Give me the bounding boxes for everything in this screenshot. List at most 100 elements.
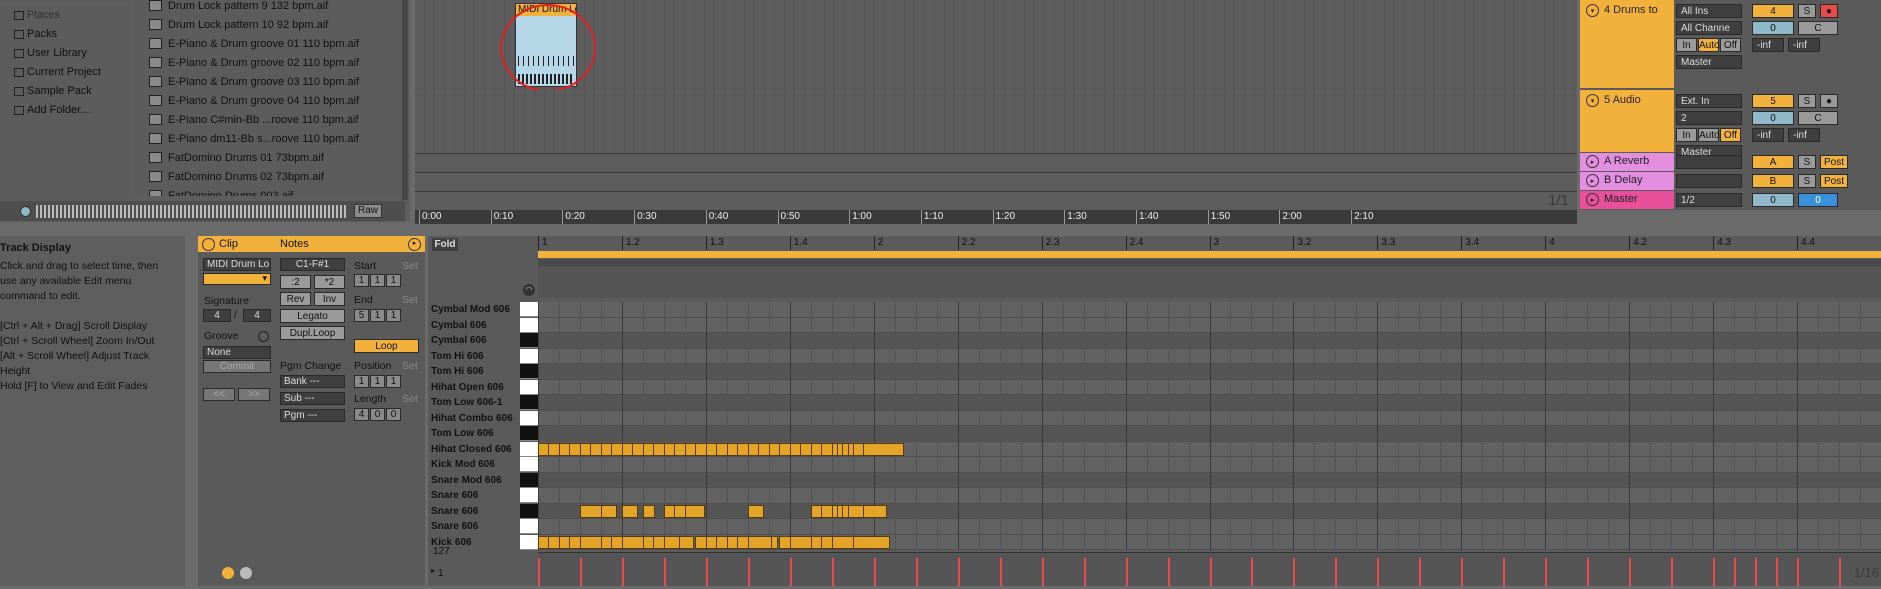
velocity-stem[interactable]: [1797, 558, 1800, 586]
halve-button[interactable]: :2: [280, 275, 311, 289]
volume-field[interactable]: 0: [1752, 111, 1794, 125]
place-item[interactable]: Places: [0, 6, 130, 25]
nav-prev-button[interactable]: <<: [203, 388, 235, 401]
piano-key[interactable]: [520, 503, 538, 519]
monitor-auto-button[interactable]: Auto: [1698, 38, 1720, 52]
velocity-stem[interactable]: [1083, 558, 1086, 586]
play-icon[interactable]: ▸: [1586, 174, 1599, 187]
clip-color-selector[interactable]: ▾: [203, 273, 271, 285]
piano-key[interactable]: [520, 519, 538, 535]
end-field[interactable]: 1: [386, 309, 401, 322]
clip-view-icon[interactable]: [222, 567, 234, 579]
arrow-right-icon[interactable]: ▸: [408, 237, 421, 251]
input-type-selector[interactable]: All Ins: [1676, 4, 1742, 18]
midi-note[interactable]: [684, 505, 705, 518]
piano-key-row[interactable]: Tom Low 606: [428, 426, 538, 442]
start-marker-strip[interactable]: [538, 259, 1881, 267]
track-title[interactable]: ▾ 4 Drums to: [1580, 0, 1674, 88]
return-activator[interactable]: B: [1752, 174, 1794, 188]
commit-button[interactable]: Commit: [203, 360, 271, 373]
velocity-stem[interactable]: [1335, 558, 1338, 586]
headphones-icon[interactable]: ◠: [523, 284, 535, 296]
piano-key-row[interactable]: Hihat Open 606: [428, 379, 538, 396]
piano-key[interactable]: [520, 317, 538, 333]
reverse-button[interactable]: Rev: [280, 292, 311, 306]
master-volume-field[interactable]: 0: [1752, 193, 1794, 207]
track-activator[interactable]: 4: [1752, 4, 1794, 18]
arm-button[interactable]: ●: [1820, 4, 1838, 18]
piano-key[interactable]: [520, 410, 538, 426]
piano-key-row[interactable]: Tom Hi 606: [428, 364, 538, 380]
file-item[interactable]: Drum Lock pattern 9 132 bpm.aif: [133, 0, 403, 15]
start-field[interactable]: 1: [354, 274, 369, 287]
place-item[interactable]: Current Project: [0, 63, 130, 82]
play-icon[interactable]: ▸: [1586, 193, 1599, 206]
play-icon[interactable]: ▸: [1586, 155, 1599, 168]
sub-field[interactable]: Sub ---: [280, 392, 345, 405]
velocity-stem[interactable]: [1167, 558, 1170, 586]
velocity-stem[interactable]: [621, 558, 624, 586]
piano-key-row[interactable]: Cymbal Mod 606: [428, 302, 538, 318]
monitor-off-button[interactable]: Off: [1720, 38, 1741, 52]
end-field[interactable]: 1: [370, 309, 385, 322]
velocity-stem[interactable]: [831, 558, 834, 586]
return-output-selector[interactable]: [1676, 155, 1742, 169]
browser-scrollbar[interactable]: [402, 0, 408, 200]
midi-note[interactable]: [747, 505, 764, 518]
length-field[interactable]: 0: [386, 408, 401, 421]
velocity-stem[interactable]: [1377, 558, 1380, 586]
start-field[interactable]: 1: [370, 274, 385, 287]
duplicate-loop-button[interactable]: Dupl.Loop: [280, 326, 345, 340]
device-view-icon[interactable]: [240, 567, 252, 579]
pan-field[interactable]: C: [1798, 21, 1838, 35]
velocity-stem[interactable]: [789, 558, 792, 586]
piano-key[interactable]: [520, 457, 538, 473]
pgm-field[interactable]: Pgm ---: [280, 409, 345, 422]
place-item[interactable]: Packs: [0, 25, 130, 44]
midi-note[interactable]: [852, 536, 890, 549]
preview-toggle-icon[interactable]: [20, 206, 31, 217]
velocity-stem[interactable]: [663, 558, 666, 586]
piano-key[interactable]: [520, 348, 538, 364]
position-field[interactable]: 1: [354, 375, 369, 388]
bar-ruler[interactable]: 1 1.2 1.3 1.4 2 2.2 2.3 2.4 3 3.2 3.3 3.4 4 4.2 4.3 4.4: [538, 236, 1881, 250]
fold-track-icon[interactable]: ▾: [1586, 94, 1599, 107]
velocity-stem[interactable]: [915, 558, 918, 586]
piano-key-row[interactable]: Tom Low 606-1: [428, 395, 538, 411]
piano-key[interactable]: [520, 534, 538, 550]
invert-button[interactable]: Inv: [314, 292, 345, 306]
midi-note[interactable]: [863, 443, 905, 456]
solo-button[interactable]: S: [1798, 4, 1816, 18]
file-item[interactable]: E-Piano dm11-Bb s...roove 110 bpm.aif: [133, 129, 403, 148]
position-set-button[interactable]: Set: [402, 360, 418, 372]
post-toggle[interactable]: Post: [1820, 174, 1848, 188]
file-item[interactable]: Drum Lock pattern 10 92 bpm.aif: [133, 15, 403, 34]
scroll-area[interactable]: [538, 268, 1881, 298]
velocity-stem[interactable]: [1839, 558, 1842, 586]
track-activator[interactable]: 5: [1752, 94, 1794, 108]
monitor-in-button[interactable]: In: [1676, 38, 1697, 52]
end-field[interactable]: 5: [354, 309, 369, 322]
piano-key-row[interactable]: Hihat Closed 606: [428, 441, 538, 458]
pan-field[interactable]: C: [1798, 111, 1838, 125]
end-set-button[interactable]: Set: [402, 294, 418, 306]
groove-selector[interactable]: None: [203, 346, 271, 359]
piano-key[interactable]: [520, 488, 538, 504]
arm-button[interactable]: ●: [1820, 94, 1838, 108]
fold-track-icon[interactable]: ▾: [1586, 4, 1599, 17]
piano-key-row[interactable]: Cymbal 606: [428, 317, 538, 334]
length-set-button[interactable]: Set: [402, 393, 418, 405]
groove-hot-swap-icon[interactable]: [258, 331, 269, 342]
loop-toggle[interactable]: Loop: [354, 339, 419, 353]
midi-note[interactable]: [621, 505, 638, 518]
piano-key-row[interactable]: Snare 606: [428, 488, 538, 504]
master-cue-field[interactable]: 0: [1798, 193, 1838, 207]
velocity-stem[interactable]: [1587, 558, 1590, 586]
place-item[interactable]: User Library: [0, 44, 130, 63]
velocity-stem[interactable]: [1041, 558, 1044, 586]
velocity-lane[interactable]: 1/16: [538, 552, 1881, 586]
position-field[interactable]: 1: [370, 375, 385, 388]
velocity-stem[interactable]: [1734, 558, 1737, 586]
fold-button[interactable]: Fold: [432, 238, 458, 251]
solo-button[interactable]: S: [1798, 94, 1816, 108]
